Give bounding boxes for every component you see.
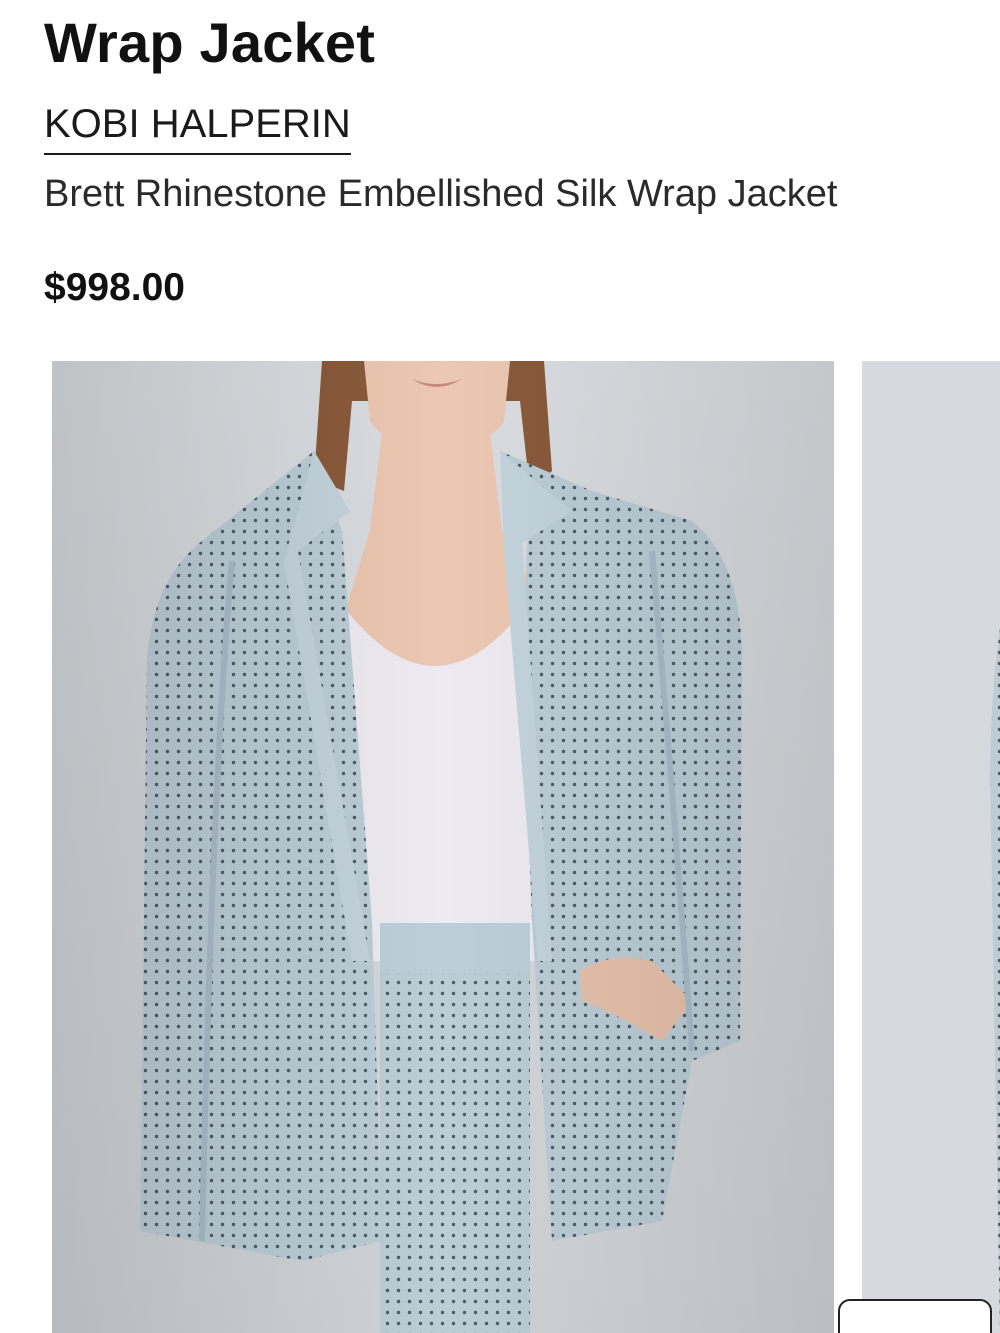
- floating-action-button[interactable]: [838, 1299, 992, 1333]
- product-page: Wrap Jacket KOBI HALPERIN Brett Rhinesto…: [0, 0, 1000, 1333]
- image-gallery[interactable]: [0, 361, 1000, 1333]
- next-photo-illustration: [862, 361, 1000, 1333]
- brand-link[interactable]: KOBI HALPERIN: [44, 100, 351, 155]
- product-photo-illustration: [52, 361, 834, 1333]
- product-name: Brett Rhinestone Embellished Silk Wrap J…: [44, 173, 838, 215]
- product-image-next[interactable]: [862, 361, 1000, 1333]
- page-title: Wrap Jacket: [44, 11, 376, 74]
- product-image-main[interactable]: [52, 361, 834, 1333]
- product-price: $998.00: [44, 266, 185, 309]
